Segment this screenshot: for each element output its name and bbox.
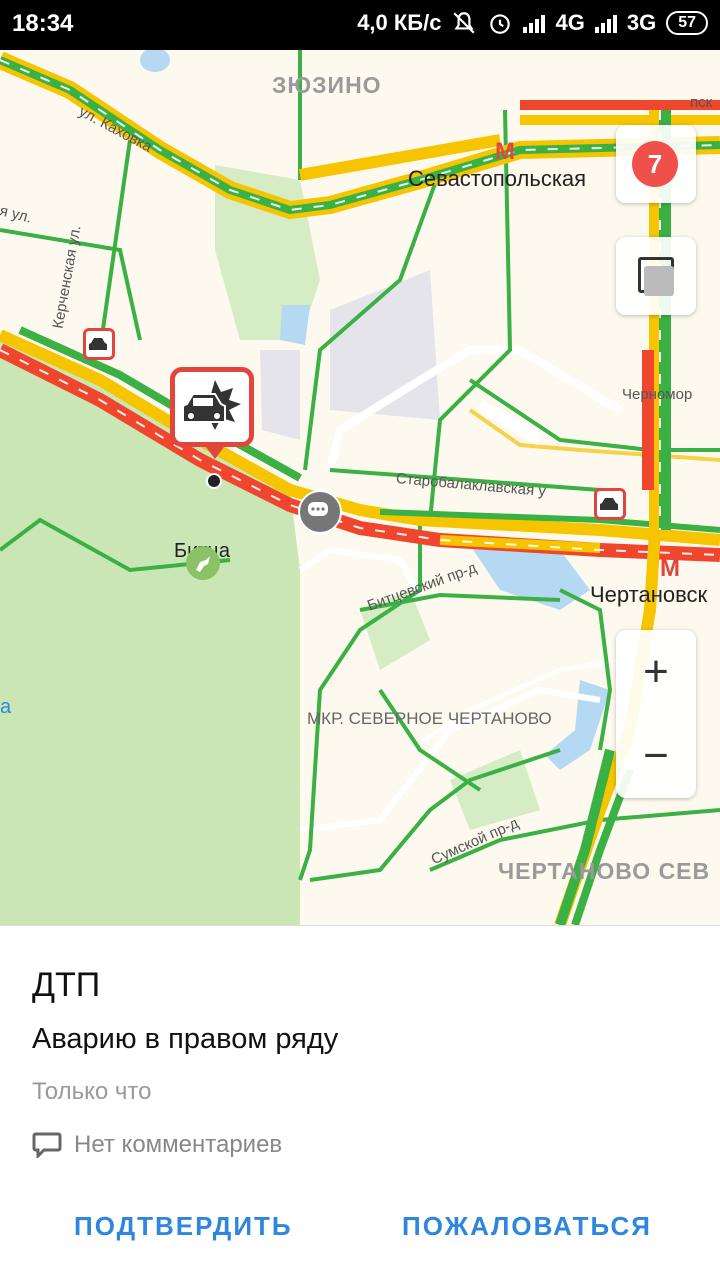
horse-icon	[196, 556, 210, 572]
alarm-icon	[490, 14, 511, 34]
signal-icon	[523, 13, 546, 33]
comments-label: Нет комментариев	[74, 1131, 283, 1158]
zoom-control: + −	[616, 630, 696, 798]
accident-marker[interactable]	[83, 328, 115, 360]
car-crash-icon	[182, 380, 241, 430]
status-icons: 4,0 КБ/с 4G 3G 57	[357, 10, 708, 36]
network-type-1: 4G	[555, 10, 585, 35]
battery-icon: 57	[666, 11, 708, 35]
location-dot	[206, 473, 222, 489]
selected-accident-marker[interactable]	[170, 367, 254, 459]
zoom-out-button[interactable]: −	[616, 714, 696, 798]
accident-marker[interactable]	[594, 488, 626, 520]
chat-bubble-icon	[308, 502, 328, 516]
road-comment-pin[interactable]	[298, 490, 342, 534]
incident-description: Аварию в правом ряду	[32, 1023, 339, 1055]
district-label: ЗЮЗИНО	[272, 72, 382, 98]
pond-4	[280, 305, 310, 345]
metro-label: Чертановск	[590, 582, 708, 607]
incident-time: Только что	[32, 1078, 152, 1105]
signal-icon-2	[594, 13, 617, 33]
edge-label: а	[0, 696, 12, 718]
metro-icon: M	[660, 555, 680, 582]
layers-icon	[638, 257, 674, 296]
car-crash-icon	[89, 338, 107, 350]
comments-row[interactable]: Нет комментариев	[32, 1131, 282, 1159]
traffic-level-badge: 7	[632, 141, 678, 187]
metro-icon: M	[495, 138, 515, 165]
comment-icon	[32, 1132, 62, 1158]
incident-card: ДТП Аварию в правом ряду Только что Нет …	[0, 925, 720, 1281]
park-pin[interactable]	[186, 546, 220, 580]
report-button[interactable]: ПОЖАЛОВАТЬСЯ	[402, 1211, 652, 1242]
district-label: ЧЕРТАНОВО СЕВ	[498, 858, 711, 884]
status-bar: 18:34 4,0 КБ/с 4G 3G 57	[0, 0, 720, 50]
pond-3	[140, 50, 170, 72]
network-speed: 4,0 КБ/с	[357, 10, 442, 35]
status-time: 18:34	[12, 10, 74, 37]
bell-off-icon	[453, 12, 476, 34]
network-type-2: 3G	[626, 10, 657, 35]
map-view[interactable]: ЗЮЗИНО Севастопольская M ул. Каховка Кер…	[0, 50, 720, 925]
metro-label: Севастопольская	[408, 166, 587, 191]
street-label: пск	[690, 94, 713, 111]
traffic-button[interactable]: 7	[616, 125, 696, 203]
zoom-in-button[interactable]: +	[616, 630, 696, 714]
confirm-button[interactable]: ПОДТВЕРДИТЬ	[74, 1211, 293, 1242]
district-label: МКР. СЕВЕРНОЕ ЧЕРТАНОВО	[307, 709, 552, 728]
layers-button[interactable]	[616, 237, 696, 315]
street-label: Черномор	[622, 386, 693, 403]
car-crash-icon	[600, 498, 618, 510]
industrial-block-2	[260, 350, 300, 440]
incident-title: ДТП	[32, 966, 101, 1004]
